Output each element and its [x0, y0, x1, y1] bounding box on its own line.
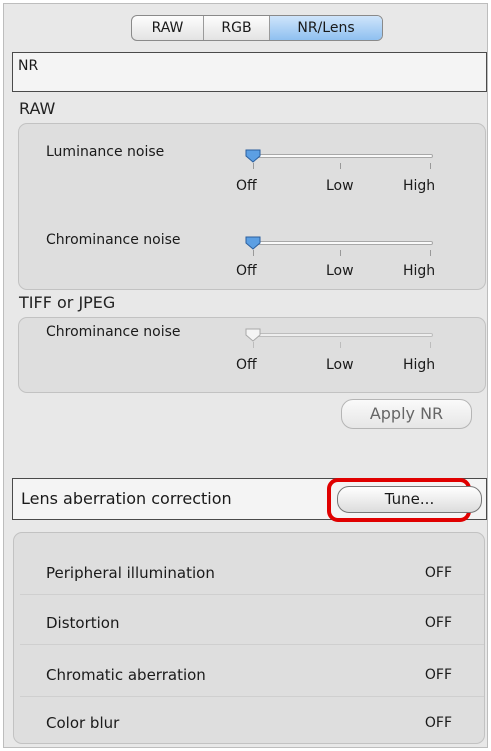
- peripheral-illumination-value: OFF: [424, 565, 452, 581]
- luminance-slider-thumb[interactable]: [245, 149, 261, 163]
- divider: [20, 696, 484, 697]
- apply-nr-button[interactable]: Apply NR: [341, 399, 472, 429]
- chrominance-raw-slider-thumb[interactable]: [245, 236, 261, 250]
- divider: [20, 644, 484, 645]
- tick: [253, 250, 254, 256]
- tab-rgb[interactable]: RGB: [204, 16, 270, 40]
- chrominance-raw-tick-off: Off: [236, 263, 257, 279]
- raw-group-label: RAW: [19, 99, 56, 118]
- tick: [340, 250, 341, 256]
- chrominance-noise-raw-label: Chrominance noise: [46, 232, 181, 248]
- tick: [253, 163, 254, 169]
- tick: [253, 342, 254, 348]
- luminance-tick-off: Off: [236, 178, 257, 194]
- tick: [430, 163, 431, 169]
- tab-bar: RAW RGB NR/Lens: [131, 15, 383, 41]
- luminance-noise-label: Luminance noise: [46, 144, 165, 160]
- tick: [430, 250, 431, 256]
- tick: [430, 342, 431, 348]
- color-blur-label: Color blur: [46, 714, 120, 732]
- tick: [340, 342, 341, 348]
- chrominance-raw-tick-low: Low: [326, 263, 354, 279]
- nr-header-label: NR: [18, 58, 39, 74]
- chrominance-tiff-tick-high: High: [403, 357, 436, 373]
- color-blur-value: OFF: [424, 715, 452, 731]
- lens-aberration-label: Lens aberration correction: [21, 489, 232, 508]
- luminance-tick-high: High: [403, 178, 436, 194]
- chrominance-noise-tiff-slider[interactable]: [253, 333, 433, 337]
- tab-raw[interactable]: RAW: [132, 16, 204, 40]
- chrominance-tiff-tick-off: Off: [236, 357, 257, 373]
- luminance-tick-low: Low: [326, 178, 354, 194]
- chromatic-aberration-value: OFF: [424, 667, 452, 683]
- peripheral-illumination-label: Peripheral illumination: [46, 564, 215, 582]
- tab-nr-lens[interactable]: NR/Lens: [270, 16, 382, 40]
- chrominance-noise-tiff-label: Chrominance noise: [46, 324, 181, 340]
- tiff-jpeg-group-label: TIFF or JPEG: [19, 293, 116, 312]
- nr-lens-panel: RAW RGB NR/Lens NR RAW Luminance noise O…: [3, 3, 488, 748]
- nr-section-header: NR: [12, 52, 487, 92]
- distortion-label: Distortion: [46, 614, 120, 632]
- tick: [340, 163, 341, 169]
- chromatic-aberration-label: Chromatic aberration: [46, 666, 206, 684]
- chrominance-tiff-tick-low: Low: [326, 357, 354, 373]
- chrominance-raw-tick-high: High: [403, 263, 436, 279]
- distortion-value: OFF: [424, 615, 452, 631]
- tune-button[interactable]: Tune...: [337, 486, 482, 513]
- luminance-noise-slider[interactable]: [253, 154, 433, 158]
- chrominance-noise-raw-slider[interactable]: [253, 241, 433, 245]
- chrominance-tiff-slider-thumb[interactable]: [245, 328, 261, 342]
- divider: [20, 594, 484, 595]
